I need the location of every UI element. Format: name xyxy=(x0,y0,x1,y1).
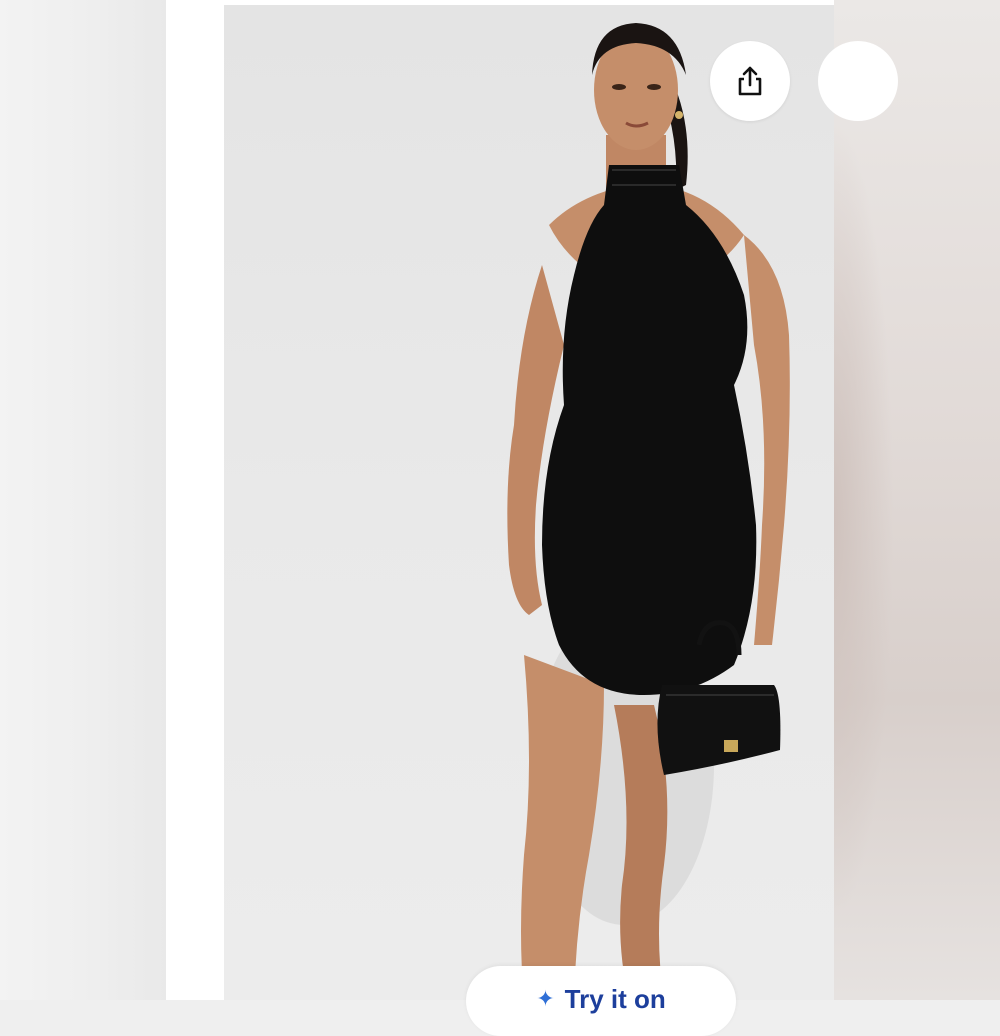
product-photo[interactable] xyxy=(224,5,834,1000)
blurred-background-right xyxy=(834,0,1000,1000)
blurred-figure xyxy=(834,120,894,920)
try-on-button[interactable]: ✦ Try it on xyxy=(466,966,736,1036)
sparkle-icon: ✦ xyxy=(536,986,555,1011)
share-icon xyxy=(738,66,762,96)
more-button[interactable] xyxy=(818,41,898,121)
share-button[interactable] xyxy=(710,41,790,121)
blurred-background-left xyxy=(0,0,166,1000)
model-illustration xyxy=(507,23,790,1000)
try-on-label: Try it on xyxy=(564,984,666,1014)
screenshot-panel: ✦ Try it on xyxy=(166,0,898,1036)
